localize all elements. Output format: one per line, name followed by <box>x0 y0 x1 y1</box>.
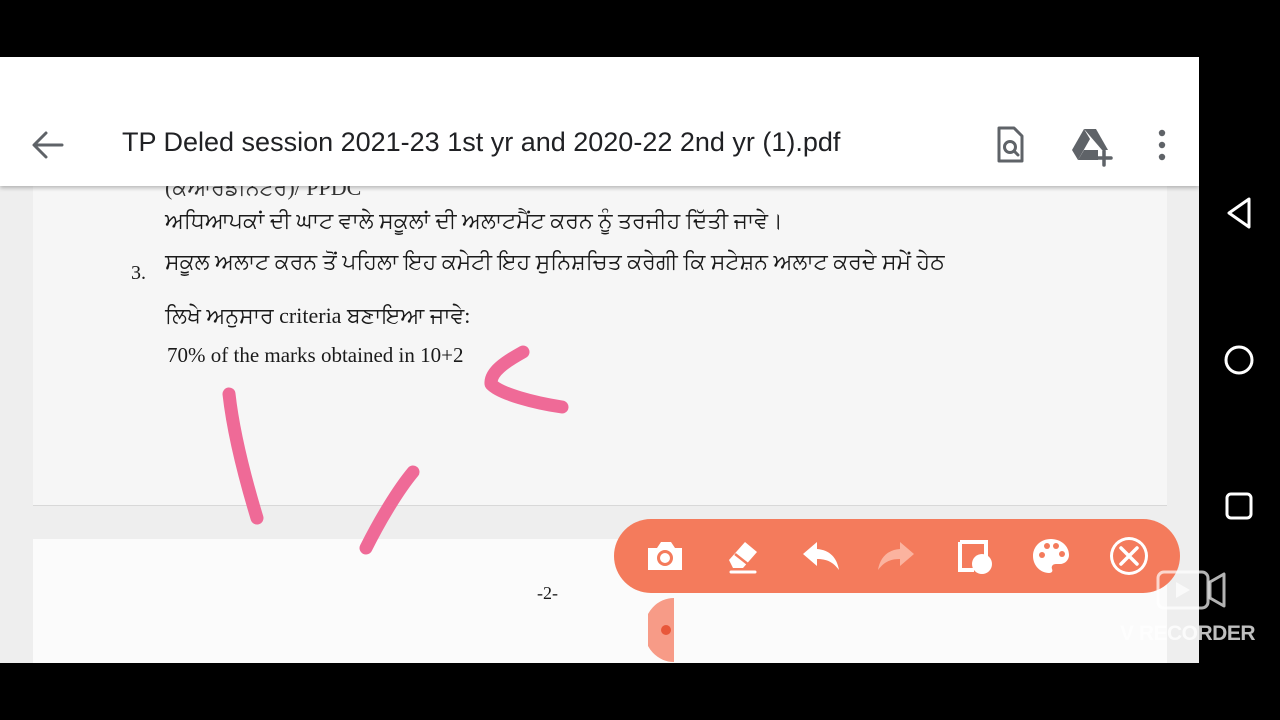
recorder-toolbar <box>614 519 1180 593</box>
doc-line-1: ਅਧਿਆਪਕਾਂ ਦੀ ਘਾਟ ਵਾਲੇ ਸਕੂਲਾਂ ਦੀ ਅਲਾਟਮੈਂਟ … <box>165 208 783 233</box>
back-arrow-icon[interactable] <box>28 127 68 163</box>
more-vert-icon[interactable] <box>1152 123 1172 167</box>
doc-line-4: 70% of the marks obtained in 10+2 <box>167 343 464 367</box>
back-triangle-icon[interactable] <box>1219 193 1259 233</box>
eraser-icon[interactable] <box>719 534 765 578</box>
home-circle-icon[interactable] <box>1219 340 1259 380</box>
doc-line-3: ਲਿਖੇ ਅਨੁਸਾਰ criteria ਬਣਾਇਆ ਜਾਵੇ: <box>165 303 471 328</box>
find-in-document-icon[interactable] <box>990 123 1030 167</box>
undo-icon[interactable] <box>797 534 843 578</box>
redo-icon[interactable] <box>874 534 920 578</box>
document-title: TP Deled session 2021-23 1st yr and 2020… <box>122 127 841 157</box>
app-bar: TP Deled session 2021-23 1st yr and 2020… <box>0 57 1199 186</box>
recents-square-icon[interactable] <box>1219 486 1259 526</box>
record-floating-button[interactable] <box>648 598 694 662</box>
add-to-drive-icon[interactable] <box>1070 123 1114 167</box>
camera-icon[interactable] <box>642 534 688 578</box>
palette-icon[interactable] <box>1028 534 1074 578</box>
v-recorder-logo-icon <box>1156 570 1226 610</box>
doc-line-2: ਸਕੂਲ ਅਲਾਟ ਕਰਨ ਤੋਂ ਪਹਿਲਾ ਇਹ ਕਮੇਟੀ ਇਹ ਸੁਨਿ… <box>165 249 945 274</box>
item-number: 3. <box>131 262 146 284</box>
shape-icon[interactable] <box>952 534 998 578</box>
page-number: -2- <box>537 583 558 603</box>
